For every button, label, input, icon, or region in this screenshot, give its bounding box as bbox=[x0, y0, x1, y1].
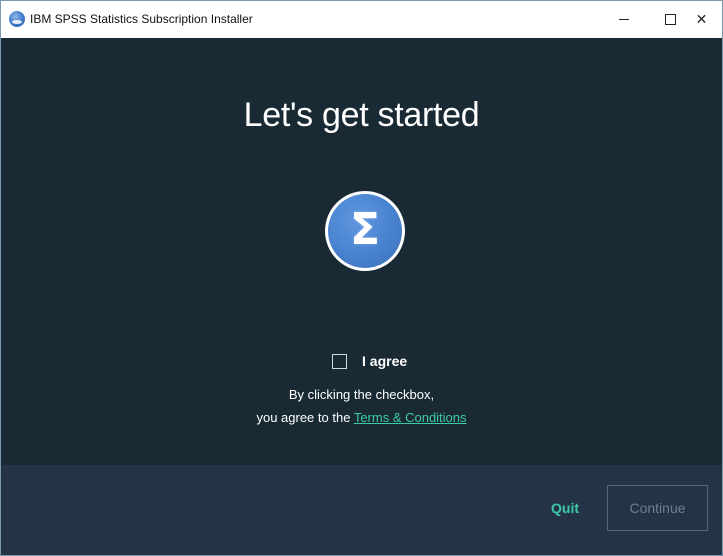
minimize-icon bbox=[619, 19, 629, 20]
agree-row[interactable]: I agree bbox=[332, 353, 407, 369]
quit-button[interactable]: Quit bbox=[551, 500, 579, 516]
main-panel: Let's get started Σ I agree By clicking … bbox=[1, 38, 722, 465]
minimize-button[interactable] bbox=[601, 1, 647, 38]
title-bar[interactable]: IBM SPSS Statistics Subscription Install… bbox=[1, 1, 722, 38]
maximize-icon bbox=[664, 14, 676, 25]
sigma-logo-icon: Σ bbox=[349, 204, 381, 255]
footer-bar: Quit Continue bbox=[1, 465, 722, 555]
terms-conditions-link[interactable]: Terms & Conditions bbox=[354, 410, 467, 425]
agree-label[interactable]: I agree bbox=[362, 353, 407, 369]
close-icon: ✕ bbox=[695, 11, 708, 28]
window-title: IBM SPSS Statistics Subscription Install… bbox=[30, 12, 253, 26]
app-icon bbox=[9, 11, 25, 27]
continue-button[interactable]: Continue bbox=[607, 485, 708, 531]
spss-logo: Σ bbox=[325, 191, 405, 271]
installer-window: IBM SPSS Statistics Subscription Install… bbox=[0, 0, 723, 556]
close-button[interactable]: ✕ bbox=[681, 1, 722, 38]
agreement-description-line1: By clicking the checkbox, bbox=[288, 387, 435, 402]
agreement-description-line2: you agree to the Terms & Conditions bbox=[1, 410, 722, 425]
page-title: Let's get started bbox=[243, 96, 480, 134]
agreement-prefix: you agree to the bbox=[256, 410, 354, 425]
logo-circle: Σ bbox=[328, 194, 402, 268]
agree-checkbox[interactable] bbox=[332, 353, 347, 369]
